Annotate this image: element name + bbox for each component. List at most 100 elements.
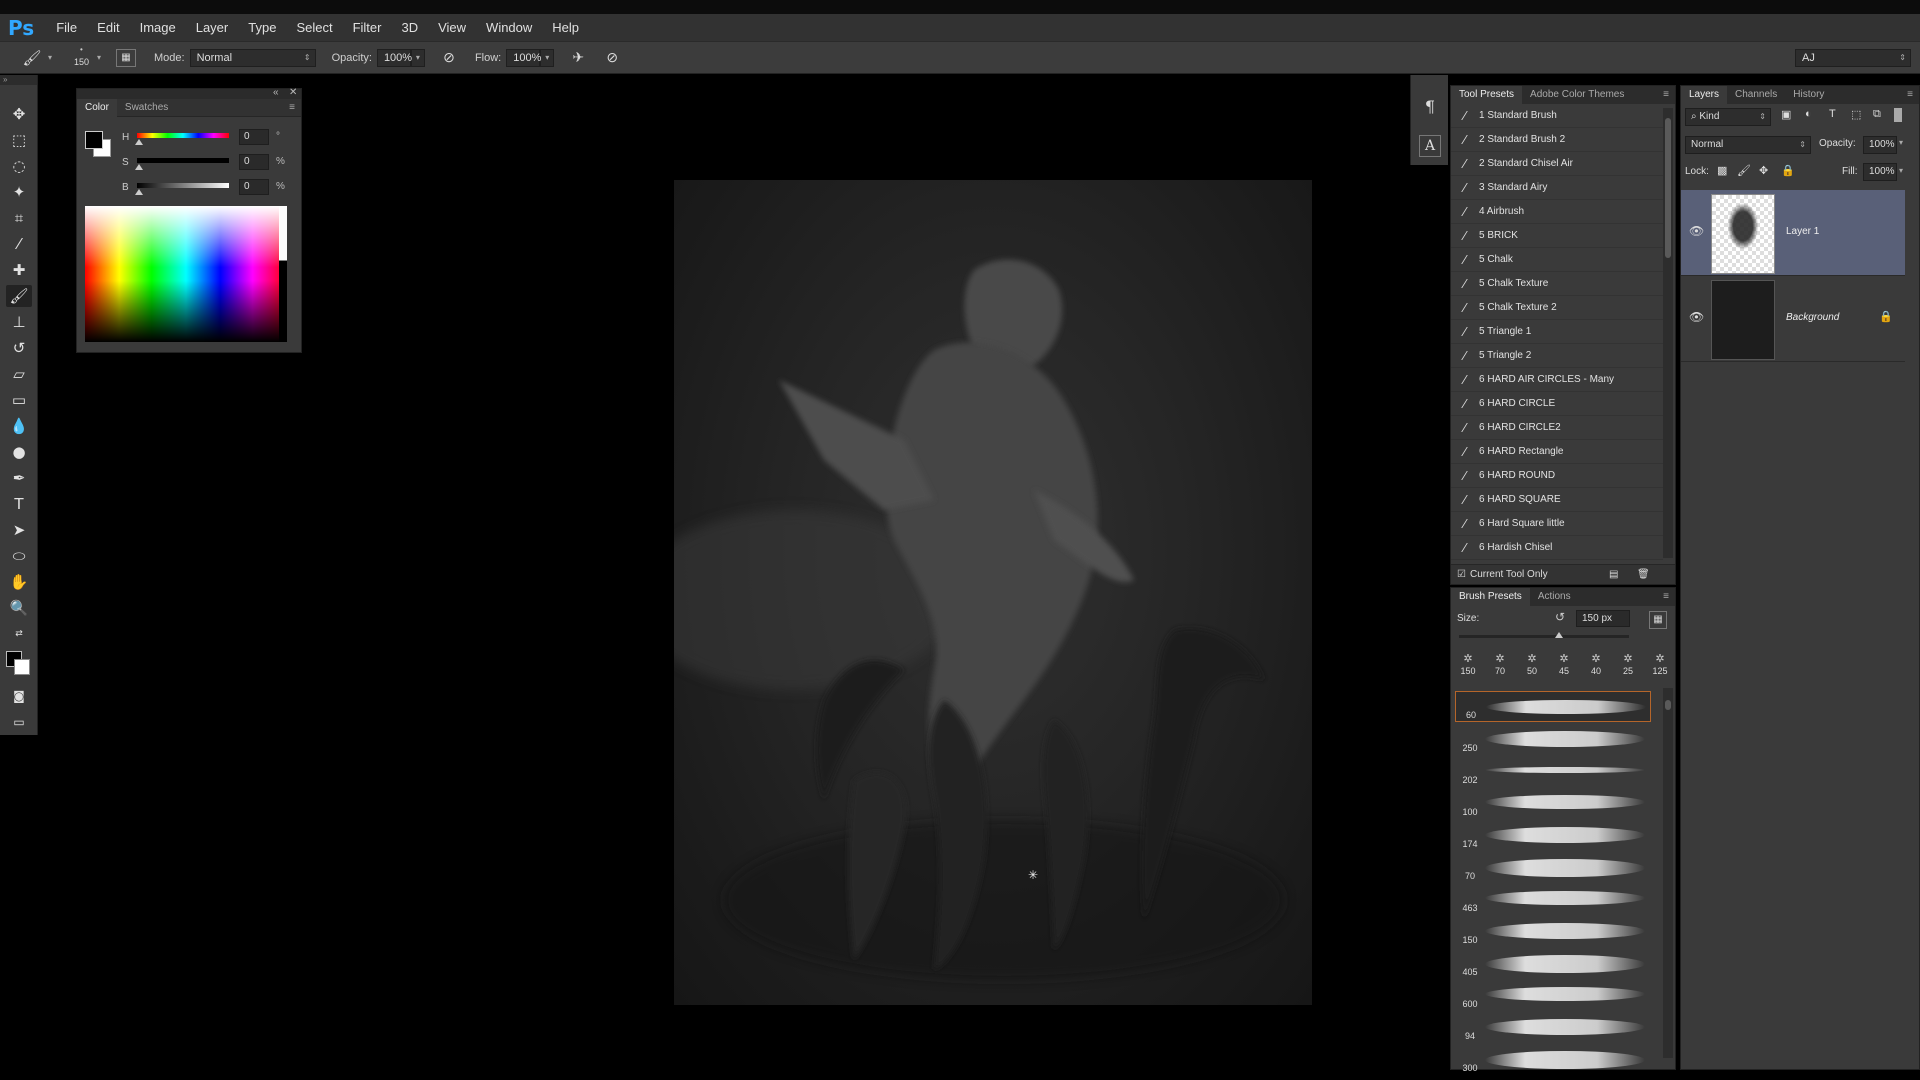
healing-brush-tool-icon[interactable]: ✚ <box>6 259 32 281</box>
tab-channels[interactable]: Channels <box>1727 86 1785 104</box>
tool-preset-item[interactable]: ⁄ 6 Hard Square little <box>1451 512 1663 536</box>
tool-preset-item[interactable]: ⁄ 6 HARD SQUARE <box>1451 488 1663 512</box>
character-icon[interactable]: A <box>1419 135 1441 157</box>
tool-preset-item[interactable]: ⁄ 6 HARD AIR CIRCLES - Many <box>1451 368 1663 392</box>
brush-preset-item[interactable]: 174 <box>1455 819 1651 850</box>
reset-size-icon[interactable]: ↺ <box>1555 610 1565 624</box>
marquee-tool-icon[interactable]: ⬚ <box>6 129 32 151</box>
quick-mask-icon[interactable]: ◙ <box>6 685 32 707</box>
lock-transparent-icon[interactable]: ▩ <box>1717 164 1727 177</box>
swap-colors-icon[interactable]: ⇄ <box>6 623 32 645</box>
tool-preset-item[interactable]: ⁄ 4 Airbrush <box>1451 200 1663 224</box>
lock-all-icon[interactable]: 🔒 <box>1781 164 1795 177</box>
brush-preset-item[interactable]: 70 <box>1455 851 1651 882</box>
brush-preset-item[interactable]: 300 <box>1455 1043 1651 1074</box>
panel-menu-icon[interactable]: ≡ <box>1907 89 1913 100</box>
artwork-canvas[interactable]: ✳ <box>674 180 1312 1005</box>
clone-stamp-tool-icon[interactable]: ⊥ <box>6 311 32 333</box>
menu-layer[interactable]: Layer <box>186 20 239 35</box>
blend-mode-select[interactable]: Normal ⇕ <box>1685 136 1811 154</box>
history-brush-tool-icon[interactable]: ↺ <box>6 337 32 359</box>
toolbar-collapse-icon[interactable]: » <box>0 75 37 85</box>
tool-preset-item[interactable]: ⁄ 5 Chalk Texture <box>1451 272 1663 296</box>
brush-picker-arrow-icon[interactable]: ▾ <box>94 53 104 62</box>
tool-preset-item[interactable]: ⁄ 6 HARD Rectangle <box>1451 440 1663 464</box>
brightness-slider-thumb[interactable] <box>135 189 143 195</box>
pressure-size-icon[interactable]: ⊘ <box>602 49 622 66</box>
brush-preset-item[interactable]: 463 <box>1455 883 1651 914</box>
saturation-input[interactable]: 0 <box>239 154 269 170</box>
filter-toggle-icon[interactable] <box>1894 108 1902 122</box>
magic-wand-tool-icon[interactable]: ✦ <box>6 181 32 203</box>
chevron-down-icon[interactable]: ▾ <box>1899 138 1903 147</box>
flow-field[interactable]: 100% <box>506 48 541 67</box>
brush-picker[interactable]: • 150 <box>72 45 94 71</box>
color-spectrum-ramp[interactable] <box>85 206 287 342</box>
menu-type[interactable]: Type <box>238 20 286 35</box>
opacity-field[interactable]: 100% <box>376 48 412 67</box>
hue-input[interactable]: 0 <box>239 129 269 145</box>
tab-brush-presets[interactable]: Brush Presets <box>1451 588 1530 606</box>
brush-preset-item[interactable]: 150 <box>1455 915 1651 946</box>
checkbox-checked-icon[interactable]: ☑ <box>1457 569 1466 580</box>
layer-row-layer-1[interactable]: 👁 Layer 1 <box>1681 190 1905 276</box>
scrollbar-thumb[interactable] <box>1665 118 1671 258</box>
brush-preset-item[interactable]: 202 <box>1455 755 1651 786</box>
tab-actions[interactable]: Actions <box>1530 588 1579 606</box>
visibility-eye-icon[interactable]: 👁 <box>1689 224 1704 238</box>
tool-preset-item[interactable]: ⁄ 1 Standard Brush <box>1451 104 1663 128</box>
ellipse-tool-icon[interactable]: ⬭ <box>6 545 32 567</box>
lasso-tool-icon[interactable]: ◌ <box>6 155 32 177</box>
tab-tool-presets[interactable]: Tool Presets <box>1451 86 1523 104</box>
size-slider[interactable] <box>1459 635 1629 638</box>
hue-slider-thumb[interactable] <box>135 139 143 145</box>
chevron-down-icon[interactable]: ▾ <box>1899 166 1903 175</box>
filter-pixel-icon[interactable]: ▣ <box>1781 108 1791 121</box>
menu-edit[interactable]: Edit <box>87 20 129 35</box>
path-selection-tool-icon[interactable]: ➤ <box>6 519 32 541</box>
brush-tool-icon[interactable]: 🖌 <box>6 285 32 307</box>
menu-view[interactable]: View <box>428 20 476 35</box>
brush-tip[interactable]: ✲ 125 <box>1647 652 1673 676</box>
saturation-slider[interactable] <box>137 158 229 163</box>
workspace-select[interactable]: AJ ⇕ <box>1795 48 1911 67</box>
tool-preset-item[interactable]: ⁄ 6 HARD ROUND <box>1451 464 1663 488</box>
foreground-swatch[interactable] <box>85 131 103 149</box>
visibility-eye-icon[interactable]: 👁 <box>1689 310 1704 324</box>
trash-icon[interactable]: 🗑 <box>1637 569 1650 580</box>
tool-preset-item[interactable]: ⁄ 5 BRICK <box>1451 224 1663 248</box>
brightness-input[interactable]: 0 <box>239 179 269 195</box>
tab-history[interactable]: History <box>1785 86 1832 104</box>
lock-pixels-icon[interactable]: 🖌 <box>1737 164 1751 177</box>
brush-preset-item[interactable]: 405 <box>1455 947 1651 978</box>
tab-swatches[interactable]: Swatches <box>117 99 176 117</box>
mode-select[interactable]: Normal ⇕ <box>189 48 316 67</box>
brush-preset-item[interactable]: 100 <box>1455 787 1651 818</box>
zoom-tool-icon[interactable]: 🔍 <box>6 597 32 619</box>
tool-preset-item[interactable]: ⁄ 2 Standard Chisel Air <box>1451 152 1663 176</box>
menu-select[interactable]: Select <box>286 20 342 35</box>
saturation-slider-thumb[interactable] <box>135 164 143 170</box>
menu-image[interactable]: Image <box>130 20 186 35</box>
gradient-tool-icon[interactable]: ▭ <box>6 389 32 411</box>
brush-preset-item[interactable]: 60 <box>1455 691 1651 722</box>
menu-window[interactable]: Window <box>476 20 542 35</box>
move-tool-icon[interactable]: ✥ <box>6 103 32 125</box>
menu-3d[interactable]: 3D <box>391 20 428 35</box>
brush-preset-item[interactable]: 250 <box>1455 723 1651 754</box>
blur-tool-icon[interactable]: 💧 <box>6 415 32 437</box>
flow-dropdown-icon[interactable]: ▾ <box>540 48 555 67</box>
hue-slider[interactable] <box>137 133 229 138</box>
brush-tip[interactable]: ✲ 25 <box>1615 652 1641 676</box>
tab-color[interactable]: Color <box>77 98 117 117</box>
hand-tool-icon[interactable]: ✋ <box>6 571 32 593</box>
filter-shape-icon[interactable]: ⬚ <box>1851 108 1861 121</box>
tool-preset-item[interactable]: ⁄ 6 HARD CIRCLE <box>1451 392 1663 416</box>
scrollbar-thumb[interactable] <box>1665 700 1671 710</box>
background-color-swatch[interactable] <box>14 659 30 675</box>
menu-file[interactable]: File <box>46 20 87 35</box>
filter-kind-select[interactable]: ⌕ Kind ⇕ <box>1685 108 1771 126</box>
size-slider-thumb[interactable] <box>1555 632 1563 638</box>
type-tool-icon[interactable]: T <box>6 493 32 515</box>
tool-preset-item[interactable]: ⁄ 5 Triangle 1 <box>1451 320 1663 344</box>
